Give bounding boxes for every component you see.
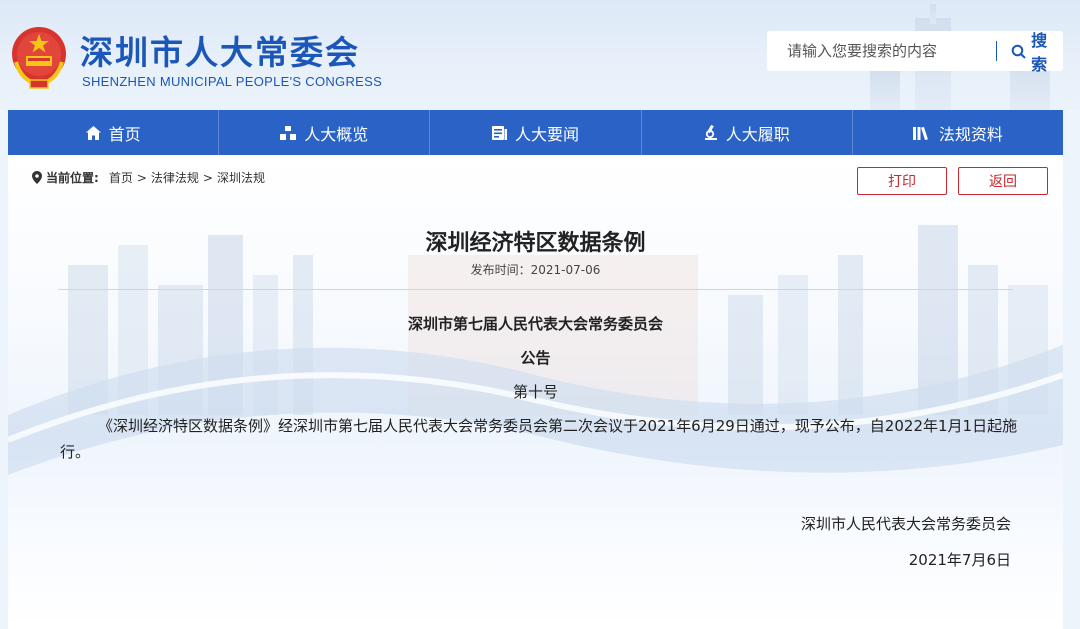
notice-issuer: 深圳市第七届人民代表大会常务委员会 (407, 315, 663, 333)
signature-date: 2021年7月6日 (908, 551, 1011, 569)
nav-item-regulations[interactable]: 法规资料 (853, 110, 1063, 155)
search-button[interactable]: 搜索 (1011, 27, 1063, 75)
main-nav: 首页 人大概览 人大要闻 人大履职 法规资料 (8, 110, 1063, 155)
breadcrumb-separator: > (136, 170, 147, 185)
location-pin-icon (32, 171, 42, 184)
nav-item-label: 首页 (108, 124, 141, 144)
article-title: 深圳经济特区数据条例 (425, 231, 646, 256)
home-icon (85, 125, 101, 140)
print-button[interactable]: 打印 (857, 167, 947, 195)
title-divider (58, 289, 1013, 290)
org-icon (280, 125, 297, 140)
notice-number: 第十号 (512, 383, 558, 401)
breadcrumb-label: 当前位置: (46, 171, 99, 185)
skyline-decoration (870, 70, 900, 110)
microscope-icon (704, 125, 718, 140)
nav-item-overview[interactable]: 人大概览 (219, 110, 431, 155)
nav-item-news[interactable]: 人大要闻 (430, 110, 642, 155)
signature-org: 深圳市人民代表大会常务委员会 (800, 515, 1011, 533)
notice-heading: 公告 (520, 349, 551, 367)
nav-item-label: 人大概览 (304, 124, 369, 144)
breadcrumb-link-home[interactable]: 首页 (109, 169, 133, 186)
breadcrumb-separator: > (202, 170, 213, 185)
breadcrumb-link-shenzhen-laws[interactable]: 深圳法规 (217, 169, 265, 186)
search-input[interactable] (787, 42, 987, 60)
breadcrumb-link-laws[interactable]: 法律法规 (151, 169, 199, 186)
search-separator (996, 41, 998, 61)
site-subtitle: SHENZHEN MUNICIPAL PEOPLE'S CONGRESS (82, 74, 383, 89)
publish-date: 发布时间：2021-07-06 (470, 263, 601, 277)
nav-item-label: 法规资料 (938, 124, 1003, 144)
news-icon (492, 125, 507, 140)
nav-item-duties[interactable]: 人大履职 (642, 110, 853, 155)
search-button-label: 搜索 (1031, 31, 1048, 74)
search-icon (1011, 44, 1026, 58)
breadcrumb: 当前位置: 首页 > 法律法规 > 深圳法规 (32, 169, 265, 186)
back-button[interactable]: 返回 (958, 167, 1048, 195)
nav-item-label: 人大要闻 (515, 124, 580, 144)
site-header: 深圳市人大常委会 SHENZHEN MUNICIPAL PEOPLE'S CON… (0, 0, 1080, 110)
skyline-decoration (930, 4, 936, 24)
nav-item-label: 人大履职 (725, 124, 790, 144)
content-panel: 当前位置: 首页 > 法律法规 > 深圳法规 打印 返回 深圳经济特区数据条例 … (8, 155, 1063, 629)
article-body: 《深圳经济特区数据条例》经深圳市第七届人民代表大会常务委员会第二次会议于2021… (60, 417, 1018, 461)
nav-item-home[interactable]: 首页 (8, 110, 220, 155)
books-icon (912, 126, 931, 140)
search-box: 搜索 (767, 31, 1063, 74)
site-title: 深圳市人大常委会 (80, 33, 360, 72)
national-emblem-icon (12, 27, 66, 89)
